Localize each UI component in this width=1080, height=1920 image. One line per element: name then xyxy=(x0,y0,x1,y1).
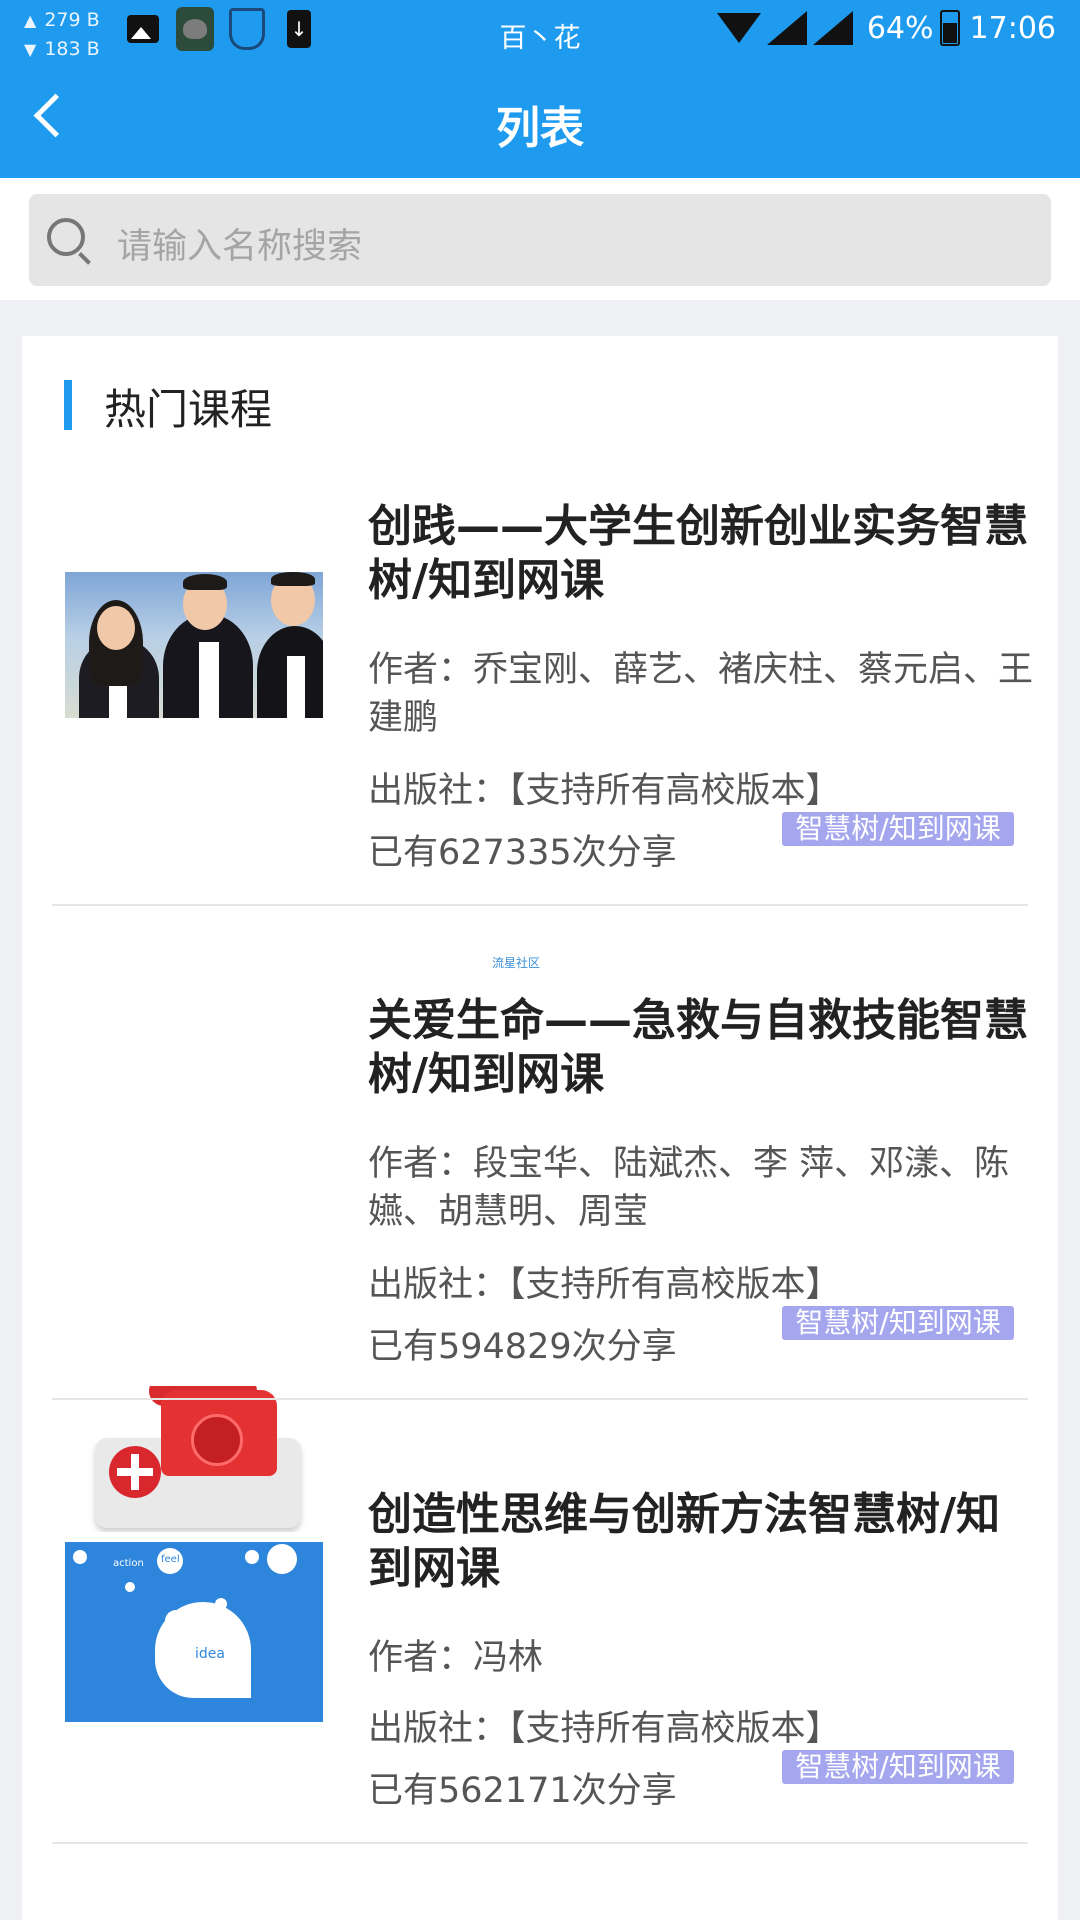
wifi-icon xyxy=(716,13,761,43)
course-title: 创造性思维与创新方法智慧树/知到网课 xyxy=(368,1489,1001,1594)
course-publisher: 出版社：【支持所有高校版本】 xyxy=(368,1709,841,1749)
search-icon xyxy=(47,218,85,256)
platform-tag: 智慧树/知到网课 xyxy=(782,1306,1014,1340)
course-title: 创践——大学生创新创业实务智慧树/知到网课 xyxy=(368,501,1028,606)
item-divider xyxy=(52,904,1028,906)
section-accent-bar xyxy=(64,380,72,430)
first-aid-cross-icon xyxy=(109,1446,161,1498)
platform-tag: 智慧树/知到网课 xyxy=(782,1750,1014,1784)
page-title: 列表 xyxy=(496,103,584,154)
course-author: 作者：段宝华、陆斌杰、李 萍、邓漾、陈嬿、胡慧明、周莹 xyxy=(368,1144,1010,1232)
course-author: 作者：冯林 xyxy=(368,1638,544,1678)
course-list-card: 热门课程 创践——大学生创新创业实务智慧树/知到网课 作者：乔宝刚、薛艺、褚庆柱… xyxy=(22,336,1058,1920)
course-thumbnail: action feel idea xyxy=(65,1542,323,1722)
signal-icon xyxy=(766,11,807,45)
course-title: 关爱生命——急救与自救技能智慧树/知到网课 xyxy=(368,995,1028,1100)
item-divider xyxy=(52,1842,1028,1844)
course-thumbnail xyxy=(65,572,323,718)
course-publisher: 出版社：【支持所有高校版本】 xyxy=(368,771,841,811)
thumb-label-feel: feel xyxy=(161,1554,180,1565)
status-right: 64% 17:06 xyxy=(716,10,1056,46)
section-title: 热门课程 xyxy=(104,385,273,434)
thumb-label-idea: idea xyxy=(195,1646,225,1662)
status-bar: ▲ 279 B ▼ 183 B ↓ 百丶花 64% 17:06 xyxy=(0,0,1080,66)
item-divider xyxy=(52,1398,1028,1400)
thumb-label-action: action xyxy=(113,1558,144,1569)
watermark-text: 流星社区 xyxy=(492,956,541,970)
course-thumbnail xyxy=(65,1386,323,1532)
course-publisher: 出版社：【支持所有高校版本】 xyxy=(368,1265,841,1305)
platform-tag: 智慧树/知到网课 xyxy=(782,812,1014,846)
clock: 17:06 xyxy=(969,10,1056,46)
share-count: 已有627335次分享 xyxy=(368,833,677,873)
battery-percent: 64% xyxy=(866,10,934,46)
signal-icon-2 xyxy=(812,11,853,45)
search-placeholder: 请输入名称搜索 xyxy=(117,227,363,267)
share-count: 已有562171次分享 xyxy=(368,1771,677,1811)
share-count: 已有594829次分享 xyxy=(368,1327,677,1367)
battery-icon xyxy=(939,10,960,46)
search-bar: 请输入名称搜索 xyxy=(0,178,1080,300)
course-author: 作者：乔宝刚、薛艺、褚庆柱、蔡元启、王建鹏 xyxy=(368,650,1034,738)
app-header: ▲ 279 B ▼ 183 B ↓ 百丶花 64% 17:06 列表 xyxy=(0,0,1080,178)
search-input[interactable]: 请输入名称搜索 xyxy=(29,194,1051,286)
